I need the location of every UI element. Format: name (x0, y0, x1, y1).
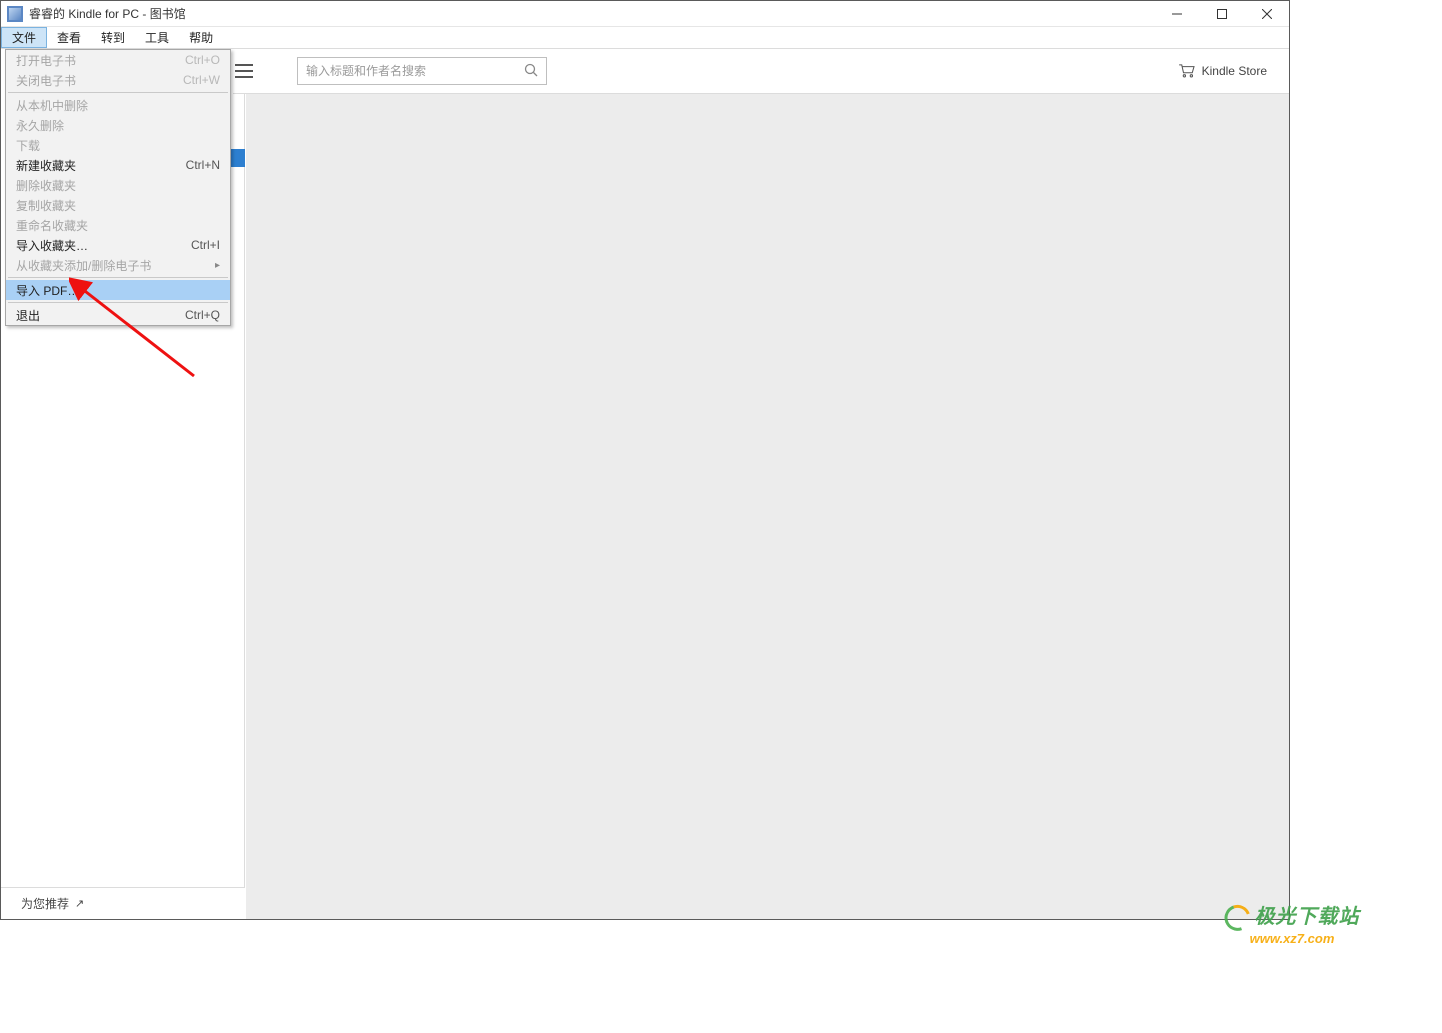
menu-download[interactable]: 下载 (6, 135, 230, 155)
menu-import-collection[interactable]: 导入收藏夹… Ctrl+I (6, 235, 230, 255)
window-controls (1154, 1, 1289, 27)
menubar: 文件 查看 转到 工具 帮助 (1, 27, 1289, 49)
menu-delete-perm[interactable]: 永久删除 (6, 115, 230, 135)
menu-rename-collection[interactable]: 重命名收藏夹 (6, 215, 230, 235)
app-icon (7, 6, 23, 22)
kindle-store-link[interactable]: Kindle Store (1178, 64, 1267, 78)
sidebar-selected-edge (231, 149, 245, 167)
cart-icon (1178, 64, 1196, 78)
menu-import-pdf[interactable]: 导入 PDF… (6, 280, 230, 300)
menu-tools[interactable]: 工具 (135, 27, 179, 48)
menu-view[interactable]: 查看 (47, 27, 91, 48)
kindle-store-label: Kindle Store (1202, 64, 1267, 78)
minimize-button[interactable] (1154, 1, 1199, 27)
menu-exit[interactable]: 退出 Ctrl+Q (6, 305, 230, 325)
search-icon[interactable] (524, 63, 538, 80)
window-title: 睿睿的 Kindle for PC - 图书馆 (29, 5, 186, 22)
menu-collection-add-del[interactable]: 从收藏夹添加/删除电子书 ▸ (6, 255, 230, 275)
menu-delete-local[interactable]: 从本机中删除 (6, 95, 230, 115)
toolbar: Kindle Store (233, 49, 1289, 94)
maximize-button[interactable] (1199, 1, 1244, 27)
recommend-label: 为您推荐 (21, 895, 69, 912)
menu-copy-collection[interactable]: 复制收藏夹 (6, 195, 230, 215)
main-content (246, 94, 1289, 919)
close-button[interactable] (1244, 1, 1289, 27)
submenu-arrow-icon: ▸ (215, 260, 220, 271)
menu-help[interactable]: 帮助 (179, 27, 223, 48)
recommend-bar[interactable]: 为您推荐 ↗ (1, 887, 245, 919)
search-input[interactable] (306, 64, 524, 78)
menu-separator (8, 277, 228, 278)
menu-separator (8, 92, 228, 93)
hamburger-icon[interactable] (235, 64, 253, 78)
menu-open-ebook[interactable]: 打开电子书 Ctrl+O (6, 50, 230, 70)
menu-new-collection[interactable]: 新建收藏夹 Ctrl+N (6, 155, 230, 175)
file-menu-dropdown: 打开电子书 Ctrl+O 关闭电子书 Ctrl+W 从本机中删除 永久删除 下载… (5, 49, 231, 326)
app-window: 睿睿的 Kindle for PC - 图书馆 文件 查看 转到 工具 帮助 (0, 0, 1290, 920)
external-link-icon: ↗ (75, 897, 84, 910)
menu-file[interactable]: 文件 (1, 27, 47, 48)
menu-goto[interactable]: 转到 (91, 27, 135, 48)
menu-close-ebook[interactable]: 关闭电子书 Ctrl+W (6, 70, 230, 90)
search-box[interactable] (297, 57, 547, 85)
menu-delete-collection[interactable]: 删除收藏夹 (6, 175, 230, 195)
titlebar: 睿睿的 Kindle for PC - 图书馆 (1, 1, 1289, 27)
menu-separator (8, 302, 228, 303)
